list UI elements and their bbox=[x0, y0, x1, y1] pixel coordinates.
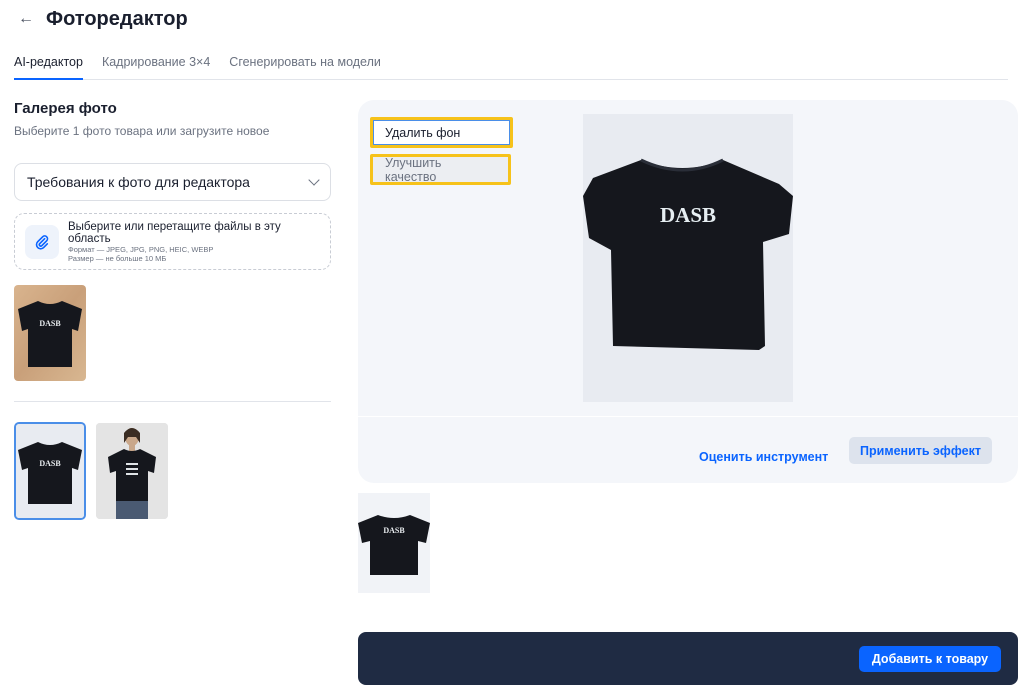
tab-crop-3x4[interactable]: Кадрирование 3×4 bbox=[102, 52, 210, 79]
page-header: ← Фоторедактор bbox=[18, 6, 188, 32]
photo-requirements-dropdown[interactable]: Требования к фото для редактора bbox=[14, 163, 331, 201]
main-product-image: DASB bbox=[583, 114, 793, 402]
tab-bar: AI-редактор Кадрирование 3×4 Сгенерирова… bbox=[14, 52, 1008, 80]
gallery-divider bbox=[14, 401, 331, 402]
svg-text:DASB: DASB bbox=[660, 203, 716, 227]
apply-effect-button[interactable]: Применить эффект bbox=[849, 437, 992, 464]
preview-divider bbox=[358, 416, 1018, 417]
tab-ai-editor[interactable]: AI-редактор bbox=[14, 52, 83, 80]
gallery-subtitle: Выберите 1 фото товара или загрузите нов… bbox=[14, 124, 270, 138]
chevron-down-icon bbox=[308, 174, 320, 186]
upload-format-hint: Формат — JPEG, JPG, PNG, HEIC, WEBP bbox=[68, 244, 214, 254]
gallery-title: Галерея фото bbox=[14, 100, 117, 117]
add-to-product-button[interactable]: Добавить к товару bbox=[859, 646, 1001, 672]
result-thumb[interactable]: DASB bbox=[358, 493, 430, 593]
remove-background-button[interactable]: Удалить фон bbox=[370, 117, 513, 148]
page-title: Фоторедактор bbox=[46, 7, 188, 30]
svg-text:DASB: DASB bbox=[383, 526, 405, 535]
editor-preview-card: Удалить фон Улучшить качество DASB Оцени… bbox=[358, 100, 1018, 483]
gallery-panel: Галерея фото Выберите 1 фото товара или … bbox=[14, 100, 332, 520]
arrow-left-icon[interactable]: ← bbox=[18, 10, 40, 28]
gallery-selected-thumb[interactable]: DASB bbox=[14, 422, 86, 520]
paperclip-icon bbox=[25, 224, 59, 259]
upload-main-text: Выберите или перетащите файлы в эту обла… bbox=[68, 220, 281, 245]
gallery-photo-thumb[interactable]: DASB bbox=[14, 285, 86, 381]
upload-dropzone[interactable]: Выберите или перетащите файлы в эту обла… bbox=[14, 213, 331, 270]
svg-text:DASB: DASB bbox=[39, 319, 61, 328]
gallery-model-thumb[interactable] bbox=[96, 423, 168, 519]
enhance-quality-button[interactable]: Улучшить качество bbox=[370, 154, 511, 185]
photo-requirements-label: Требования к фото для редактора bbox=[27, 174, 250, 190]
rate-tool-link[interactable]: Оценить инструмент bbox=[699, 450, 828, 464]
bottom-action-bar: Добавить к товару bbox=[358, 632, 1018, 685]
svg-text:DASB: DASB bbox=[39, 459, 61, 468]
tab-generate-on-model[interactable]: Сгенерировать на модели bbox=[229, 52, 381, 79]
upload-size-hint: Размер — не больше 10 МБ bbox=[68, 253, 167, 263]
